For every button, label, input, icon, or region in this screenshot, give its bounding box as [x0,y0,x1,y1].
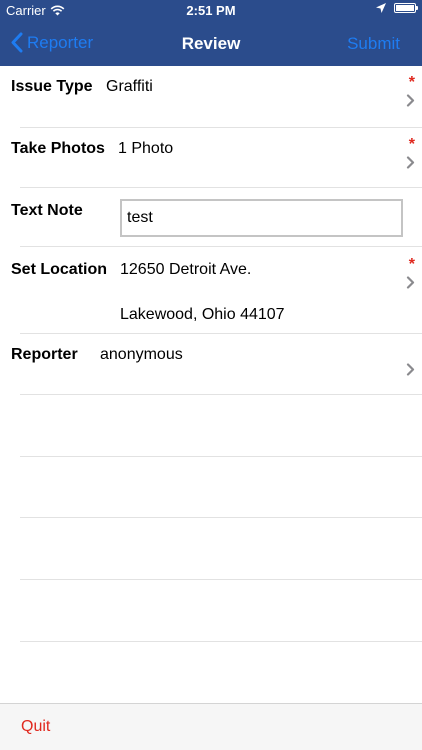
empty-row-separator [20,641,422,642]
row-separator [20,394,422,395]
required-marker: * [408,74,415,91]
empty-row-separator [20,517,422,518]
chevron-right-icon [406,276,415,289]
navigation-bar: Reporter Review Submit [0,22,422,66]
take-photos-label: Take Photos [11,140,105,157]
status-bar: Carrier 2:51 PM [0,0,422,22]
status-right [376,3,418,13]
take-photos-value: 1 Photo [118,140,174,157]
issue-type-value: Graffiti [106,78,153,95]
status-time: 2:51 PM [186,3,236,18]
bottom-toolbar: Quit [0,703,422,750]
quit-button[interactable]: Quit [21,718,50,736]
text-note-label: Text Note [11,202,83,219]
row-issue-type[interactable]: Issue Type Graffiti * [0,66,422,128]
reporter-value: anonymous [100,346,183,363]
row-take-photos[interactable]: Take Photos 1 Photo * [0,128,422,188]
chevron-right-icon [406,363,415,376]
reporter-label: Reporter [11,346,78,363]
submit-button[interactable]: Submit [347,34,400,54]
chevron-right-icon [406,156,415,169]
text-note-input[interactable] [120,199,403,237]
row-text-note: Text Note [0,188,422,247]
location-address-line1: 12650 Detroit Ave. [120,261,252,278]
location-address-line2: Lakewood, Ohio 44107 [120,306,285,323]
row-set-location[interactable]: Set Location 12650 Detroit Ave. Lakewood… [0,247,422,334]
required-marker: * [408,136,415,153]
row-reporter[interactable]: Reporter anonymous [0,334,422,395]
location-arrow-icon [376,3,386,13]
empty-row-separator [20,456,422,457]
chevron-right-icon [406,94,415,107]
required-marker: * [408,256,415,273]
battery-icon [394,3,418,13]
set-location-label: Set Location [11,261,108,278]
issue-type-label: Issue Type [11,78,93,95]
empty-row-separator [20,579,422,580]
